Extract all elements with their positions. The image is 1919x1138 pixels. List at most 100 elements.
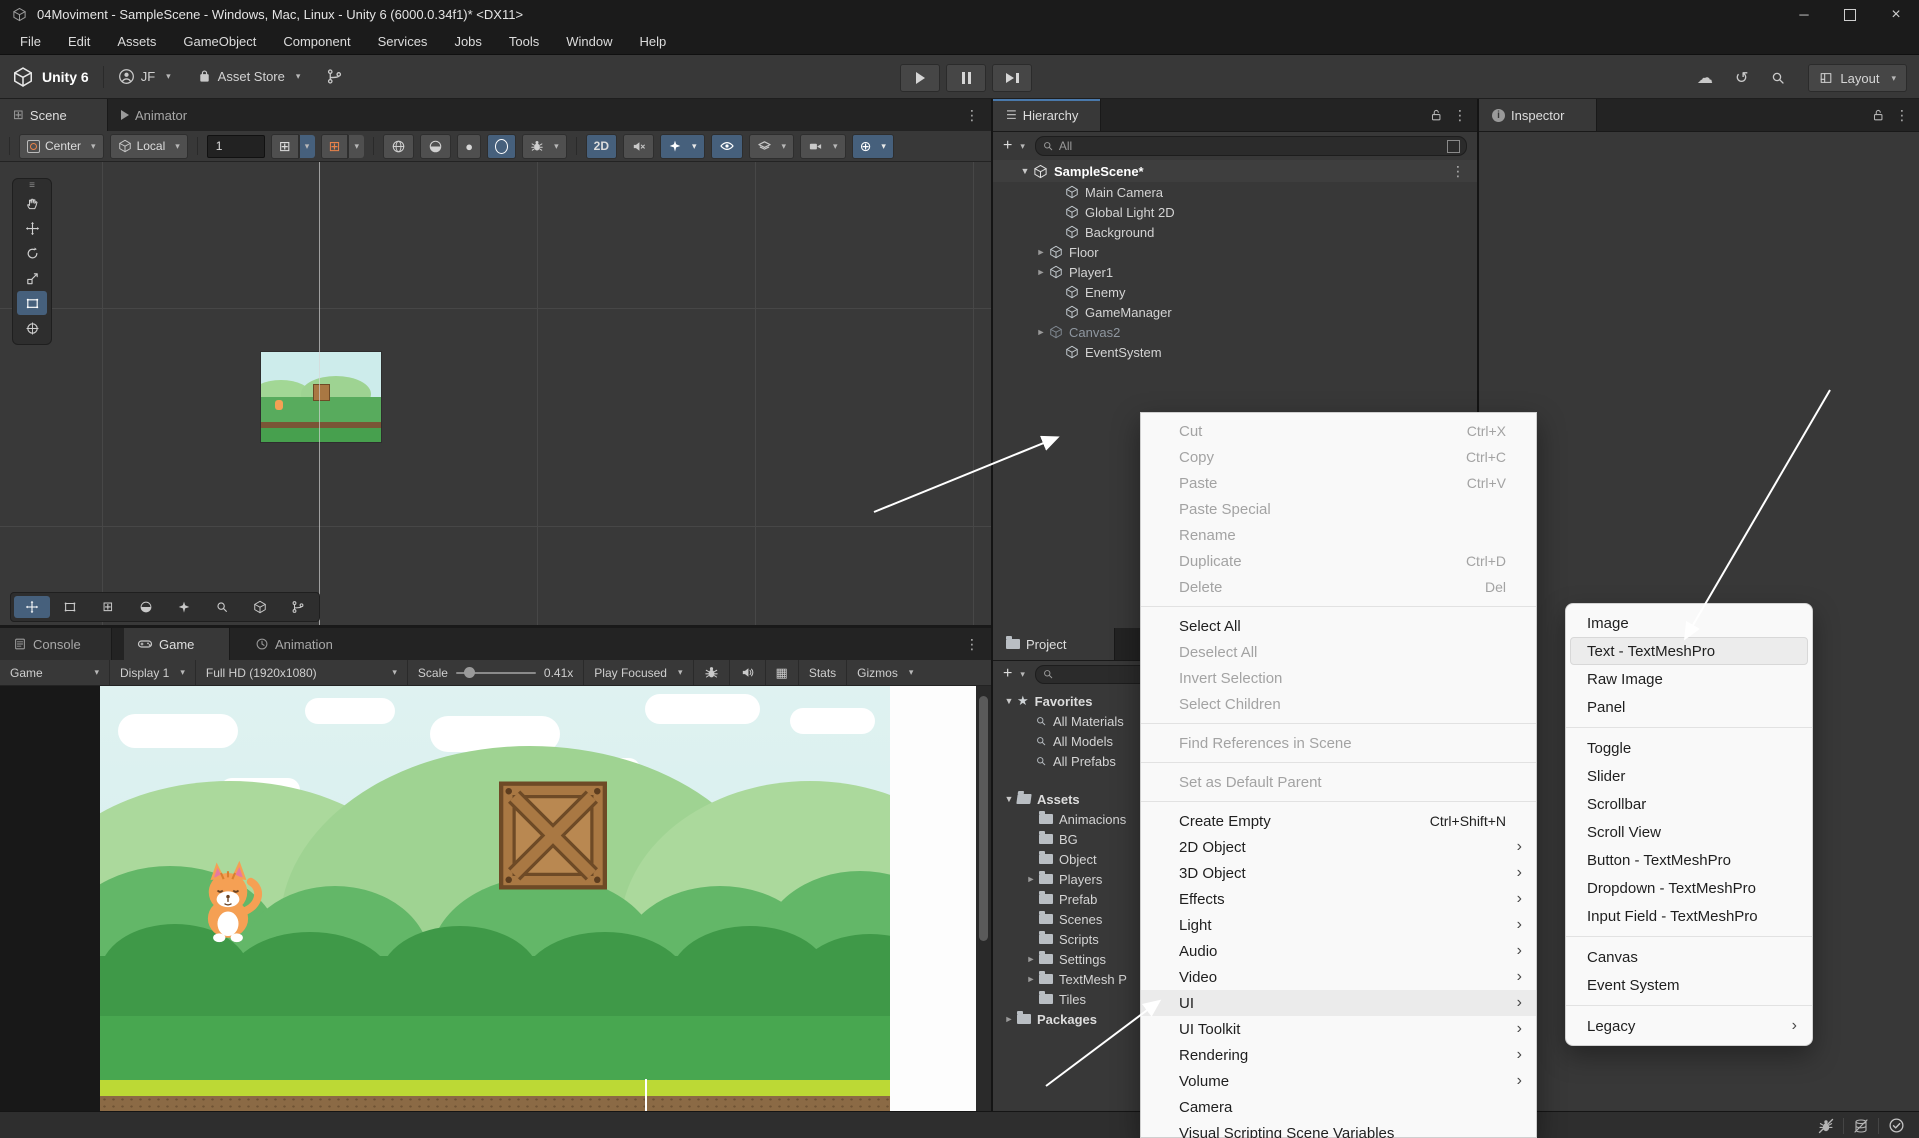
hierarchy-item[interactable]: GameManager	[993, 302, 1477, 322]
debug-draw-dropdown[interactable]: ▾	[522, 134, 567, 159]
menu-item-select-all[interactable]: Select All	[1141, 613, 1536, 639]
menu-help[interactable]: Help	[640, 34, 667, 49]
view-tool-button[interactable]	[17, 191, 47, 215]
submenu-item-raw-image[interactable]: Raw Image	[1570, 665, 1808, 693]
expand-arrow-icon[interactable]: ►	[1001, 1014, 1017, 1024]
search-icon[interactable]	[1770, 70, 1786, 86]
menu-item-ui-toolkit[interactable]: UI Toolkit›	[1141, 1016, 1536, 1042]
hierarchy-scene-row[interactable]: ▼ SampleScene* ⋮	[993, 160, 1477, 182]
move-tool-button[interactable]	[17, 216, 47, 240]
expand-arrow-icon[interactable]: ►	[1023, 954, 1039, 964]
hierarchy-item[interactable]: ►Floor	[993, 242, 1477, 262]
minimize-button[interactable]: ─	[1781, 0, 1827, 29]
menu-tools[interactable]: Tools	[509, 34, 539, 49]
tab-project[interactable]: Project	[993, 628, 1115, 660]
scene-effects-dropdown[interactable]: ▾	[660, 134, 705, 159]
cloud-icon[interactable]: ☁	[1697, 68, 1713, 88]
overlay-joint-button[interactable]	[280, 596, 316, 618]
history-icon[interactable]: ↺	[1735, 68, 1748, 88]
tab-console[interactable]: Console	[0, 628, 112, 660]
search-window-icon[interactable]	[1447, 140, 1460, 153]
tab-hierarchy[interactable]: ☰ Hierarchy	[993, 99, 1101, 131]
input-grid-toggle[interactable]: ▦	[766, 660, 799, 685]
shading-unlit-button[interactable]: ●	[457, 134, 481, 159]
rotate-tool-button[interactable]	[17, 241, 47, 265]
lock-icon[interactable]	[1429, 108, 1443, 122]
game-debug-toggle[interactable]	[694, 660, 730, 685]
hierarchy-item[interactable]: Enemy	[993, 282, 1477, 302]
submenu-item-toggle[interactable]: Toggle	[1570, 734, 1808, 762]
menu-item-3d-object[interactable]: 3D Object›	[1141, 860, 1536, 886]
hierarchy-item-disabled[interactable]: ►Canvas2	[993, 322, 1477, 342]
menu-edit[interactable]: Edit	[68, 34, 90, 49]
menu-item-effects[interactable]: Effects›	[1141, 886, 1536, 912]
resolution-dropdown[interactable]: Full HD (1920x1080)▾	[196, 660, 408, 685]
tab-game[interactable]: Game	[124, 628, 230, 660]
play-button[interactable]	[900, 64, 940, 92]
scale-slider-knob[interactable]	[464, 667, 475, 678]
submenu-item-scrollbar[interactable]: Scrollbar	[1570, 790, 1808, 818]
version-control-icon[interactable]	[326, 68, 343, 85]
rect-tool-button[interactable]	[17, 291, 47, 315]
tab-scene[interactable]: ⊞ Scene	[0, 99, 108, 131]
overlay-cube-button[interactable]	[242, 596, 278, 618]
tab-animator[interactable]: Animator	[108, 99, 200, 131]
scrollbar-thumb[interactable]	[979, 696, 988, 941]
tab-animation[interactable]: Animation	[242, 628, 346, 660]
orientation-dropdown[interactable]: Local▾	[110, 134, 188, 159]
menu-item-light[interactable]: Light›	[1141, 912, 1536, 938]
submenu-item-scroll-view[interactable]: Scroll View	[1570, 818, 1808, 846]
submenu-item-panel[interactable]: Panel	[1570, 693, 1808, 721]
expand-arrow-icon[interactable]: ►	[1033, 267, 1049, 277]
pause-button[interactable]	[946, 64, 986, 92]
debugger-detached-icon[interactable]	[1818, 1118, 1834, 1134]
overlay-move-button[interactable]	[14, 596, 50, 618]
cache-server-disabled-icon[interactable]	[1853, 1118, 1869, 1134]
menu-window[interactable]: Window	[566, 34, 612, 49]
scene-camera-dropdown[interactable]: ▾	[800, 134, 846, 159]
menu-item-visual-scripting[interactable]: Visual Scripting Scene Variables	[1141, 1120, 1536, 1138]
gizmos-dropdown[interactable]: Gizmos▾	[847, 660, 923, 685]
menu-file[interactable]: File	[20, 34, 41, 49]
mute-audio-toggle[interactable]	[730, 660, 766, 685]
gizmos-dropdown-scene[interactable]: ⊕▾	[852, 134, 894, 159]
hierarchy-item[interactable]: Main Camera	[993, 182, 1477, 202]
maximize-button[interactable]	[1827, 0, 1873, 29]
scale-slider[interactable]	[456, 672, 536, 674]
submenu-item-text-textmeshpro[interactable]: Text - TextMeshPro	[1570, 637, 1808, 665]
overlay-paint-button[interactable]	[166, 596, 202, 618]
submenu-item-button-textmeshpro[interactable]: Button - TextMeshPro	[1570, 846, 1808, 874]
shading-wireframe-button[interactable]	[383, 134, 414, 159]
menu-item-volume[interactable]: Volume›	[1141, 1068, 1536, 1094]
scene-panel-menu-icon[interactable]: ⋮	[965, 107, 979, 124]
close-button[interactable]: ×	[1873, 0, 1919, 29]
scene-row-menu-icon[interactable]: ⋮	[1451, 163, 1465, 180]
hierarchy-item[interactable]: EventSystem	[993, 342, 1477, 362]
lock-icon[interactable]	[1871, 108, 1885, 122]
game-viewport[interactable]	[0, 686, 991, 1111]
hierarchy-item[interactable]: Global Light 2D	[993, 202, 1477, 222]
pivot-dropdown[interactable]: Center▾	[19, 134, 104, 159]
account-menu[interactable]: JF▾	[118, 68, 171, 85]
inspector-menu-icon[interactable]: ⋮	[1895, 107, 1909, 124]
scene-viewport[interactable]: ≡ ⊞	[0, 162, 991, 625]
play-focused-dropdown[interactable]: Play Focused▾	[583, 660, 693, 685]
hierarchy-item[interactable]: Background	[993, 222, 1477, 242]
expand-arrow-icon[interactable]: ►	[1033, 327, 1049, 337]
menu-gameobject[interactable]: GameObject	[183, 34, 256, 49]
palette-drag-handle[interactable]: ≡	[29, 182, 35, 190]
transform-tool-button[interactable]	[17, 316, 47, 340]
expand-arrow-icon[interactable]: ►	[1023, 874, 1039, 884]
menu-jobs[interactable]: Jobs	[454, 34, 481, 49]
expand-arrow-icon[interactable]: ►	[1023, 974, 1039, 984]
overlay-rect-button[interactable]	[52, 596, 88, 618]
menu-assets[interactable]: Assets	[117, 34, 156, 49]
hierarchy-add-button[interactable]: +▾	[1003, 137, 1025, 155]
status-ok-icon[interactable]	[1888, 1117, 1905, 1134]
grid-snap-split-button[interactable]: ⊞ ▾	[271, 134, 315, 159]
submenu-item-dropdown-textmeshpro[interactable]: Dropdown - TextMeshPro	[1570, 874, 1808, 902]
menu-item-video[interactable]: Video›	[1141, 964, 1536, 990]
menu-services[interactable]: Services	[378, 34, 428, 49]
submenu-item-legacy[interactable]: Legacy›	[1570, 1012, 1808, 1040]
menu-item-create-empty[interactable]: Create EmptyCtrl+Shift+N	[1141, 808, 1536, 834]
